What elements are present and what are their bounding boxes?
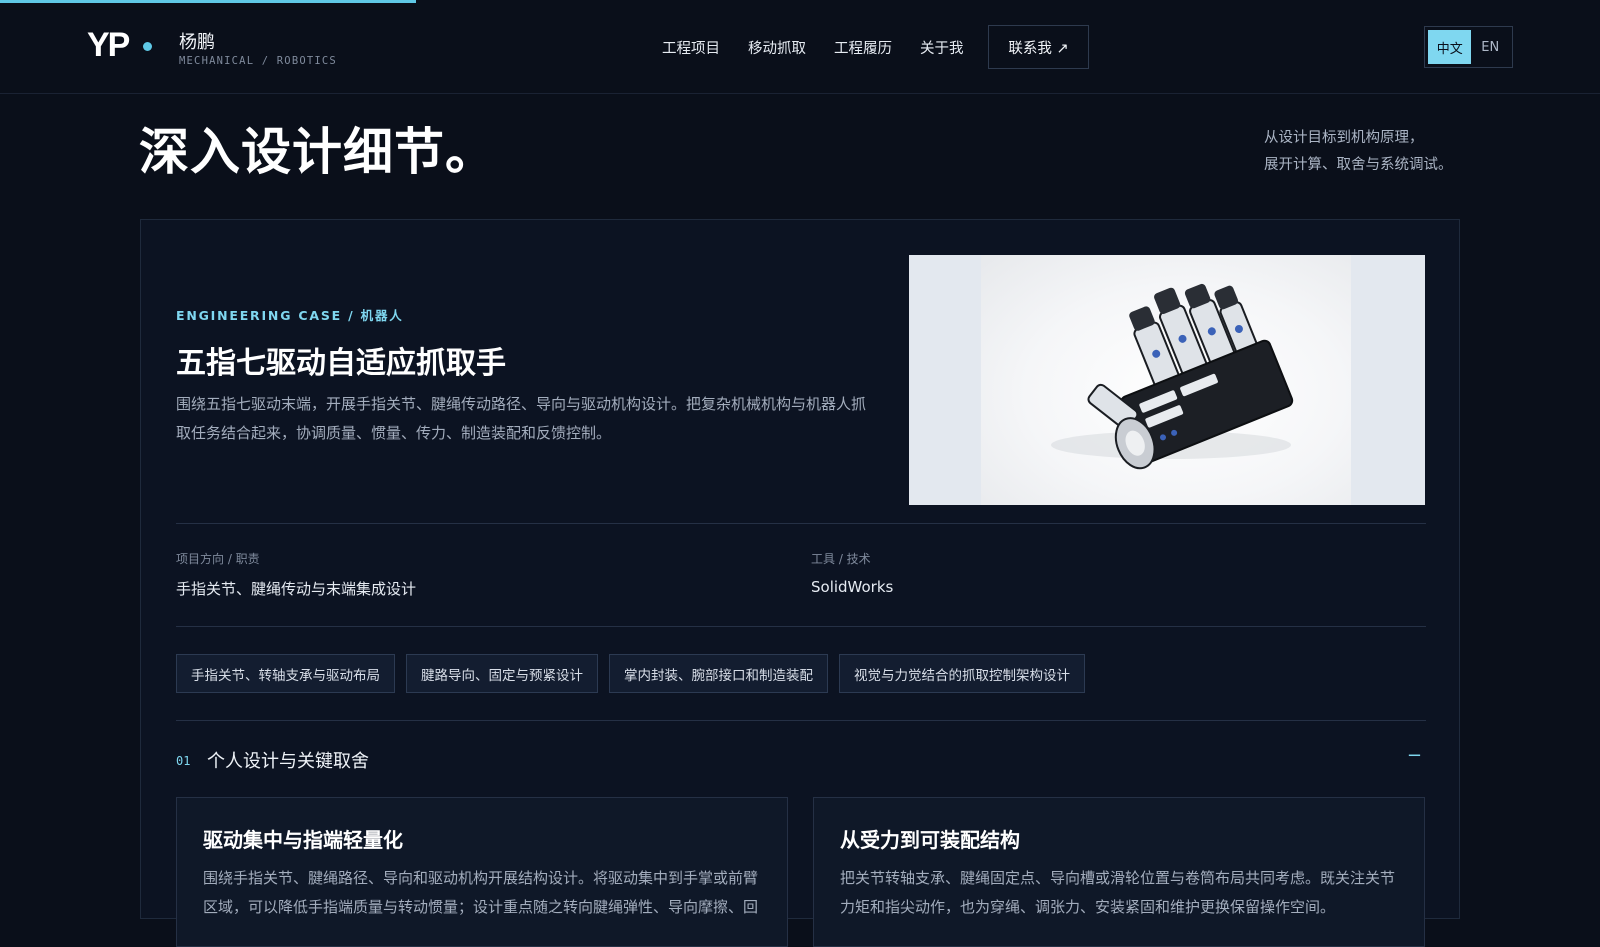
robotic-hand-icon <box>1051 283 1294 470</box>
skill-chip: 手指关节、转轴支承与驱动布局 <box>176 654 395 693</box>
section-number: 01 <box>176 754 191 768</box>
detail-card-title: 驱动集中与指端轻量化 <box>203 828 403 852</box>
skill-chip: 腱路导向、固定与预紧设计 <box>406 654 598 693</box>
section-header-design-tradeoffs[interactable]: 01 个人设计与关键取舍 − <box>176 745 1426 775</box>
detail-card-title: 从受力到可装配结构 <box>840 828 1020 852</box>
case-description: 围绕五指七驱动末端，开展手指关节、腱绳传动路径、导向与驱动机构设计。把复杂机械机… <box>176 395 867 442</box>
logo-dot-icon <box>143 42 152 51</box>
page-intro-line-1: 从设计目标到机构原理， <box>1264 130 1424 146</box>
nav-item-experience[interactable]: 工程履历 <box>834 37 892 58</box>
page-intro: 从设计目标到机构原理， 展开计算、取舍与系统调试。 <box>1264 125 1564 179</box>
role-label: 项目方向 / 职责 <box>176 552 260 566</box>
nav-item-projects[interactable]: 工程项目 <box>662 37 720 58</box>
page-intro-line-2: 展开计算、取舍与系统调试。 <box>1264 157 1453 173</box>
divider <box>176 720 1426 721</box>
lang-zh-button[interactable]: 中文 <box>1428 30 1472 64</box>
case-card: ENGINEERING CASE / 机器人 五指七驱动自适应抓取手 围绕五指七… <box>140 219 1460 947</box>
detail-card-text: 把关节转轴支承、腱绳固定点、导向槽或滑轮位置与卷筒布局共同考虑。既关注关节力矩和… <box>840 869 1396 916</box>
tools-value: SolidWorks <box>811 578 894 596</box>
case-image[interactable] <box>909 255 1425 505</box>
lang-en-button[interactable]: EN <box>1471 30 1509 64</box>
language-switch: 中文 EN <box>1424 26 1513 68</box>
brand-name: 杨鹏 <box>179 32 215 53</box>
case-tag: ENGINEERING CASE / 机器人 <box>176 308 404 323</box>
divider <box>176 626 1426 627</box>
robotic-hand-render <box>981 255 1351 505</box>
detail-card: 从受力到可装配结构 把关节转轴支承、腱绳固定点、导向槽或滑轮位置与卷筒布局共同考… <box>813 797 1425 947</box>
nav-item-mobile-grasping[interactable]: 移动抓取 <box>748 37 806 58</box>
divider <box>176 523 1426 524</box>
page-title: 深入设计细节。 <box>139 123 496 181</box>
collapse-icon[interactable]: − <box>1407 745 1422 766</box>
brand-subtitle: MECHANICAL / ROBOTICS <box>179 55 337 67</box>
main-nav: 工程项目 移动抓取 工程履历 关于我 <box>662 37 992 58</box>
section-title: 个人设计与关键取舍 <box>207 751 369 772</box>
detail-card-text: 围绕手指关节、腱绳路径、导向和驱动机构开展结构设计。将驱动集中到手掌或前臂区域，… <box>203 869 759 916</box>
case-title: 五指七驱动自适应抓取手 <box>176 346 506 381</box>
skill-chips: 手指关节、转轴支承与驱动布局 腱路导向、固定与预紧设计 掌内封装、腕部接口和制造… <box>176 654 1096 693</box>
nav-item-about[interactable]: 关于我 <box>920 37 964 58</box>
contact-button[interactable]: 联系我 ↗ <box>988 25 1089 69</box>
skill-chip: 掌内封装、腕部接口和制造装配 <box>609 654 828 693</box>
role-value: 手指关节、腱绳传动与末端集成设计 <box>176 580 417 598</box>
tools-label: 工具 / 技术 <box>811 552 871 566</box>
logo[interactable]: YP <box>87 26 130 65</box>
skill-chip: 视觉与力觉结合的抓取控制架构设计 <box>839 654 1085 693</box>
site-header: YP 杨鹏 MECHANICAL / ROBOTICS 工程项目 移动抓取 工程… <box>0 0 1600 94</box>
detail-card: 驱动集中与指端轻量化 围绕手指关节、腱绳路径、导向和驱动机构开展结构设计。将驱动… <box>176 797 788 947</box>
